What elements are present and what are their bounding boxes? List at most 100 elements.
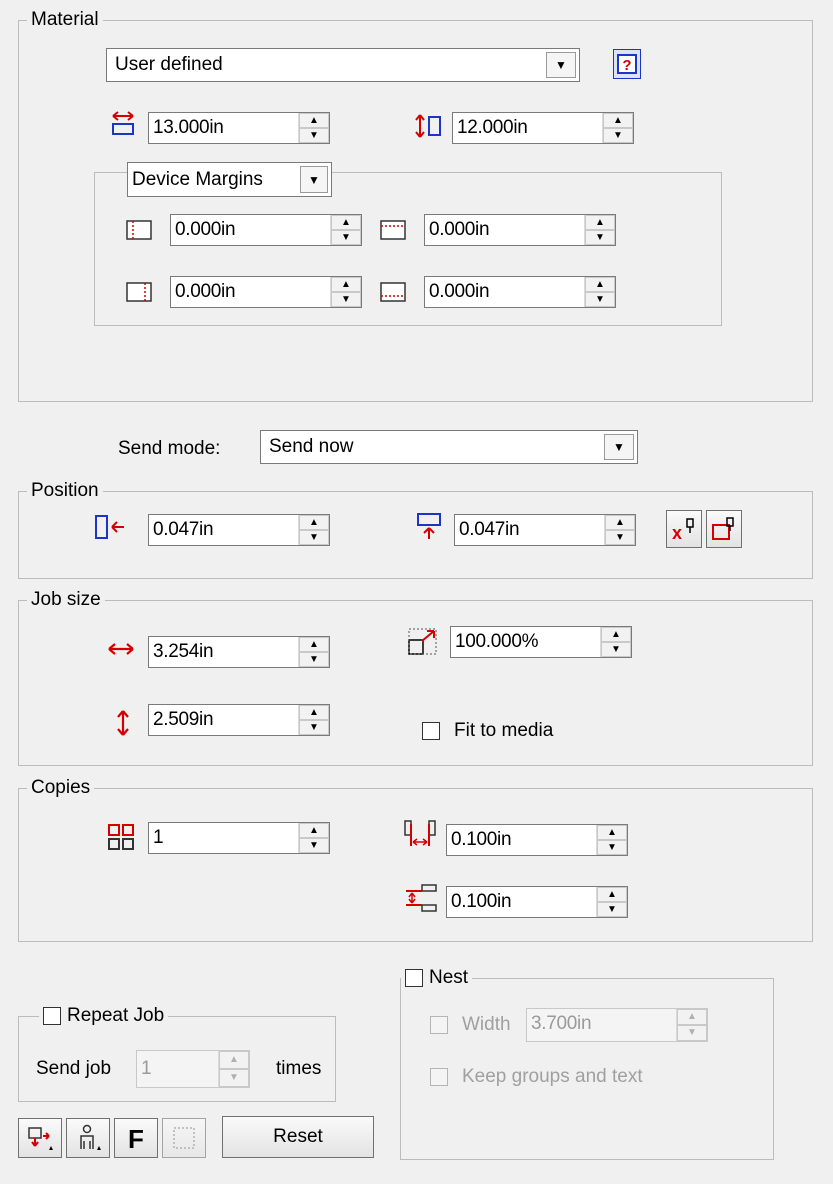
spin-up-icon[interactable]: ▲ (601, 627, 631, 642)
nest-checkbox[interactable] (405, 969, 423, 987)
spin-up-icon[interactable]: ▲ (585, 277, 615, 292)
margin-bottom-field[interactable]: 0.000in ▲ ▼ (424, 276, 616, 308)
spin-up-icon[interactable]: ▲ (299, 515, 329, 530)
vertical-spacing-value: 0.100in (451, 891, 512, 912)
repeat-times-field[interactable]: 1 ▲ ▼ (136, 1050, 250, 1088)
margin-right-field[interactable]: 0.000in ▲ ▼ (170, 276, 362, 308)
spin-up-icon[interactable]: ▲ (331, 215, 361, 230)
media-width-value: 13.000in (153, 117, 224, 138)
margin-right-icon (124, 280, 154, 304)
margin-bottom-value: 0.000in (429, 281, 490, 302)
chevron-down-icon[interactable]: ▼ (300, 166, 328, 193)
repeat-job-checkbox[interactable] (43, 1007, 61, 1025)
send-mode-select[interactable]: Send now ▼ (260, 430, 638, 464)
spin-up-icon[interactable]: ▲ (597, 887, 627, 902)
spin-down-icon[interactable]: ▼ (603, 128, 633, 143)
position-origin-button[interactable] (706, 510, 742, 548)
margin-left-value: 0.000in (175, 219, 236, 240)
help-icon: ? (617, 54, 637, 74)
position-reset-button[interactable]: x (666, 510, 702, 548)
spin-down-icon[interactable]: ▼ (299, 128, 329, 143)
position-y-icon (412, 510, 446, 542)
job-height-field[interactable]: 2.509in ▲ ▼ (148, 704, 330, 736)
spin-down-icon[interactable]: ▼ (601, 642, 631, 657)
nest-width-field[interactable]: 3.700in ▲ ▼ (526, 1008, 708, 1042)
media-select-value: User defined (115, 54, 223, 75)
repeat-times-value: 1 (141, 1058, 152, 1079)
spin-down-icon[interactable]: ▼ (677, 1025, 707, 1041)
weed-button[interactable] (66, 1118, 110, 1158)
fit-to-media-label: Fit to media (454, 720, 554, 741)
spin-up-icon[interactable]: ▲ (597, 825, 627, 840)
spin-down-icon[interactable]: ▼ (605, 530, 635, 545)
media-height-field[interactable]: 12.000in ▲ ▼ (452, 112, 634, 144)
spin-up-icon[interactable]: ▲ (299, 113, 329, 128)
position-x-field[interactable]: 0.047in ▲ ▼ (148, 514, 330, 546)
spin-down-icon[interactable]: ▼ (299, 838, 329, 853)
vertical-spacing-icon (400, 880, 440, 916)
svg-text:F: F (128, 1124, 144, 1152)
margin-left-icon (124, 218, 154, 242)
copies-legend: Copies (31, 777, 91, 798)
position-y-value: 0.047in (459, 519, 520, 540)
repeat-job-label: Repeat Job (67, 1005, 165, 1026)
spin-up-icon[interactable]: ▲ (677, 1009, 707, 1025)
spin-down-icon[interactable]: ▼ (299, 720, 329, 735)
margins-select-value: Device Margins (132, 169, 263, 190)
spin-down-icon[interactable]: ▼ (597, 840, 627, 855)
spin-up-icon[interactable]: ▲ (299, 637, 329, 652)
media-width-field[interactable]: 13.000in ▲ ▼ (148, 112, 330, 144)
spin-down-icon[interactable]: ▼ (331, 230, 361, 245)
frame-button[interactable] (162, 1118, 206, 1158)
position-y-field[interactable]: 0.047in ▲ ▼ (454, 514, 636, 546)
keep-groups-checkbox[interactable] (430, 1068, 448, 1086)
pin-box-icon (712, 517, 734, 540)
nest-width-label: Width (462, 1014, 511, 1035)
spin-down-icon[interactable]: ▼ (585, 292, 615, 307)
copies-count-value: 1 (153, 827, 164, 848)
copies-count-field[interactable]: 1 ▲ ▼ (148, 822, 330, 854)
margin-top-field[interactable]: 0.000in ▲ ▼ (424, 214, 616, 246)
nest-group: Nest (400, 968, 774, 1160)
media-height-value: 12.000in (457, 117, 528, 138)
spin-down-icon[interactable]: ▼ (299, 530, 329, 545)
horizontal-spacing-field[interactable]: 0.100in ▲ ▼ (446, 824, 628, 856)
spin-up-icon[interactable]: ▲ (219, 1051, 249, 1069)
nest-width-checkbox[interactable] (430, 1016, 448, 1034)
svg-text:x: x (672, 523, 682, 543)
vertical-spacing-field[interactable]: 0.100in ▲ ▼ (446, 886, 628, 918)
spin-down-icon[interactable]: ▼ (219, 1069, 249, 1087)
horizontal-spacing-icon (400, 816, 440, 852)
reset-button[interactable]: Reset (222, 1116, 374, 1158)
job-height-icon (112, 706, 134, 740)
chevron-down-icon[interactable]: ▼ (604, 434, 634, 460)
spin-up-icon[interactable]: ▲ (603, 113, 633, 128)
font-button[interactable]: F (114, 1118, 158, 1158)
margins-select[interactable]: Device Margins ▼ (127, 162, 332, 197)
media-select[interactable]: User defined ▼ (106, 48, 580, 82)
job-width-icon (104, 638, 138, 660)
spin-down-icon[interactable]: ▼ (597, 902, 627, 917)
margin-left-field[interactable]: 0.000in ▲ ▼ (170, 214, 362, 246)
spin-up-icon[interactable]: ▲ (331, 277, 361, 292)
spin-down-icon[interactable]: ▼ (585, 230, 615, 245)
copies-group: Copies (18, 778, 813, 942)
horizontal-spacing-value: 0.100in (451, 829, 512, 850)
margin-top-value: 0.000in (429, 219, 490, 240)
spin-up-icon[interactable]: ▲ (299, 823, 329, 838)
chevron-down-icon[interactable]: ▼ (546, 52, 576, 78)
spin-up-icon[interactable]: ▲ (605, 515, 635, 530)
spin-down-icon[interactable]: ▼ (331, 292, 361, 307)
spin-down-icon[interactable]: ▼ (299, 652, 329, 667)
nest-width-value: 3.700in (531, 1013, 592, 1034)
media-help-button[interactable]: ? (613, 49, 641, 79)
spin-up-icon[interactable]: ▲ (299, 705, 329, 720)
fit-to-media-checkbox[interactable] (422, 722, 440, 740)
spin-up-icon[interactable]: ▲ (585, 215, 615, 230)
margin-top-icon (378, 218, 408, 242)
copies-icon (104, 820, 138, 854)
media-width-icon (108, 108, 138, 140)
placement-button[interactable] (18, 1118, 62, 1158)
job-width-field[interactable]: 3.254in ▲ ▼ (148, 636, 330, 668)
scale-field[interactable]: 100.000% ▲ ▼ (450, 626, 632, 658)
